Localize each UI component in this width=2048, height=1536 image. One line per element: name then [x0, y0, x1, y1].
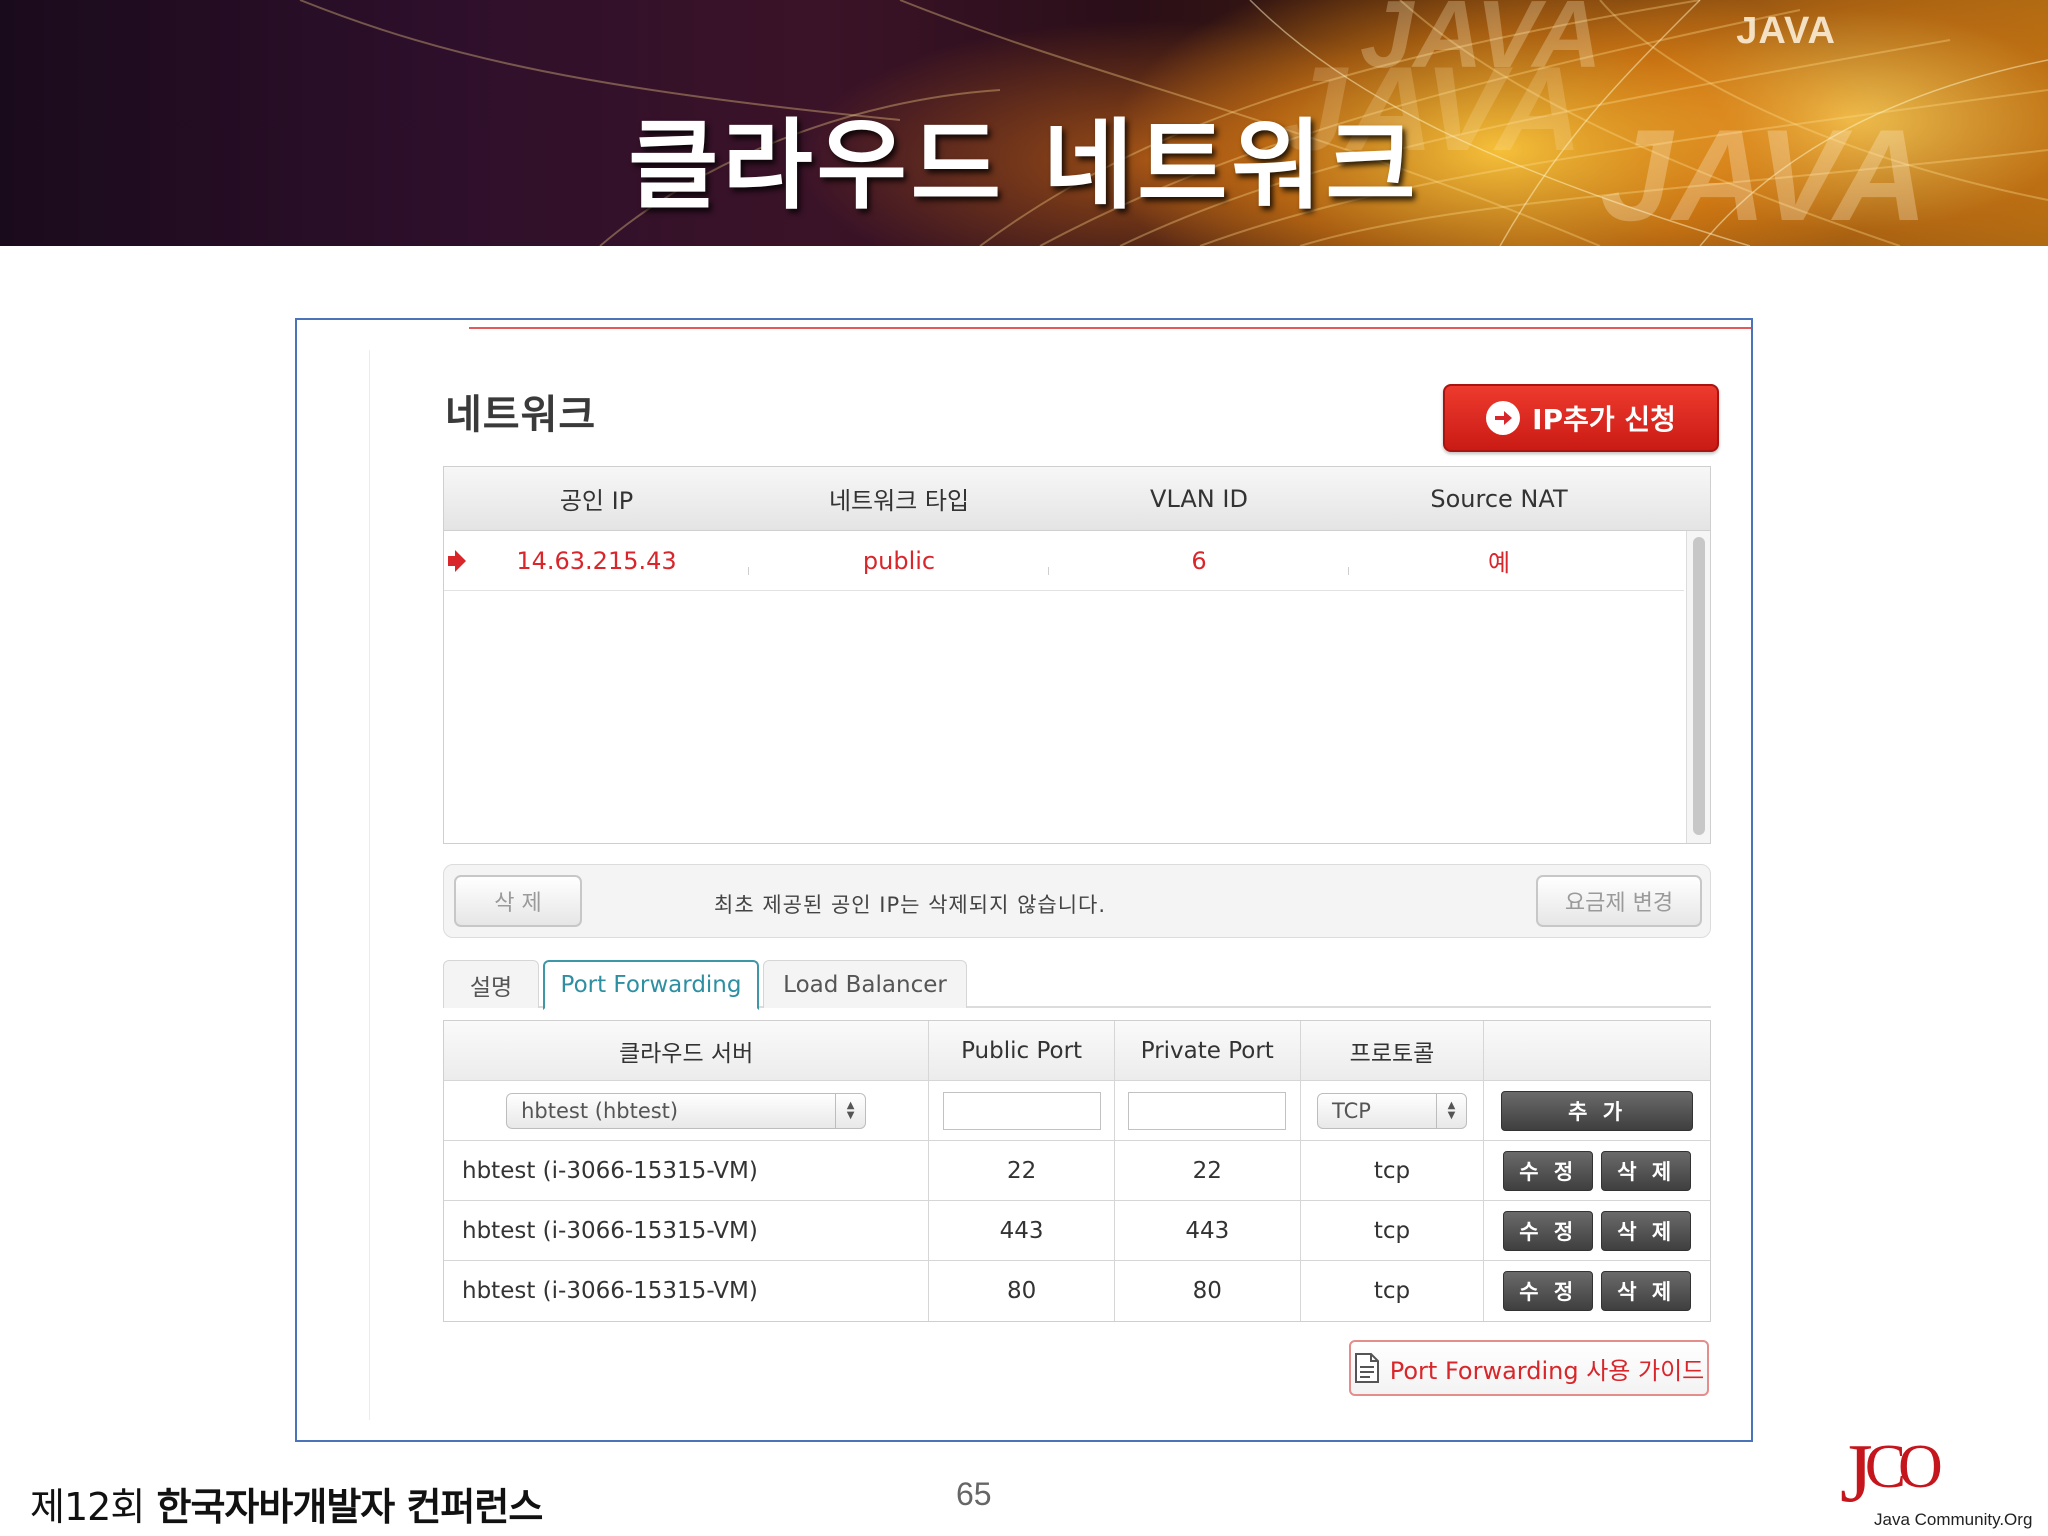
protocol-select-value: TCP — [1331, 1098, 1371, 1123]
frame-side-divider — [369, 350, 370, 1420]
footer-edition: 제12회 — [30, 1485, 145, 1529]
port-forwarding-guide-button[interactable]: Port Forwarding 사용 가이드 — [1349, 1340, 1709, 1396]
network-grid: 공인 IP 네트워크 타입 VLAN ID Source NAT 14.63.2… — [443, 466, 1711, 844]
cell-private-port-input — [1115, 1081, 1301, 1140]
cell-public-port: 443 — [929, 1201, 1115, 1260]
edit-rule-button[interactable]: 수 정 — [1503, 1210, 1594, 1251]
table-row: hbtest (i-3066-15315-VM) 80 80 tcp 수 정 삭… — [444, 1261, 1710, 1321]
tab-load-balancer[interactable]: Load Balancer — [763, 960, 967, 1008]
cell-server: hbtest (i-3066-15315-VM) — [444, 1261, 930, 1321]
network-row[interactable]: 14.63.215.43 public 6 예 — [444, 531, 1684, 591]
column-header-source-nat[interactable]: Source NAT — [1349, 485, 1649, 513]
cell-protocol-select: TCP ▲ ▼ — [1301, 1081, 1485, 1140]
screenshot-frame: 네트워크 IP추가 신청 공인 IP 네트워크 타입 VLAN ID Sourc… — [295, 318, 1753, 1442]
network-action-bar: 삭 제 최초 제공된 공인 IP는 삭제되지 않습니다. 요금제 변경 — [443, 864, 1711, 938]
cell-add-button: 추 가 — [1484, 1081, 1710, 1140]
table-row: hbtest (i-3066-15315-VM) 22 22 tcp 수 정 삭… — [444, 1141, 1710, 1201]
scrollbar-thumb[interactable] — [1693, 537, 1705, 835]
network-title: 네트워크 — [445, 392, 597, 438]
server-select[interactable]: hbtest (hbtest) ▲ ▼ — [506, 1092, 867, 1129]
cell-vlan-id: 6 — [1049, 547, 1349, 575]
page-number: 65 — [956, 1476, 992, 1512]
network-grid-header: 공인 IP 네트워크 타입 VLAN ID Source NAT — [444, 467, 1710, 531]
cell-server: hbtest (i-3066-15315-VM) — [444, 1141, 930, 1200]
cell-protocol: tcp — [1301, 1141, 1485, 1200]
tab-description[interactable]: 설명 — [443, 960, 539, 1008]
tab-port-forwarding[interactable]: Port Forwarding — [543, 960, 759, 1010]
cell-server: hbtest (i-3066-15315-VM) — [444, 1201, 930, 1260]
edit-rule-button[interactable]: 수 정 — [1503, 1150, 1594, 1191]
column-header-public-ip[interactable]: 공인 IP — [444, 481, 749, 516]
footer-event: 한국자바개발자 컨퍼런스 — [156, 1485, 544, 1529]
select-spinner-icon: ▲ ▼ — [835, 1093, 865, 1128]
cell-protocol: tcp — [1301, 1261, 1485, 1321]
cell-public-port-input — [929, 1081, 1115, 1140]
public-port-input[interactable] — [942, 1091, 1101, 1130]
column-header-public-port: Public Port — [929, 1021, 1115, 1080]
banner-java-logo-text: JAVA — [1736, 10, 1836, 52]
column-header-private-port: Private Port — [1115, 1021, 1301, 1080]
add-rule-button[interactable]: 추 가 — [1501, 1090, 1694, 1131]
add-ip-button-label: IP추가 신청 — [1532, 403, 1676, 436]
port-forwarding-grid: 클라우드 서버 Public Port Private Port 프로토콜 hb… — [443, 1020, 1711, 1322]
select-spinner-icon: ▲ ▼ — [1435, 1093, 1466, 1128]
slide-title: 클라우드 네트워크 — [628, 109, 1420, 223]
cell-protocol: tcp — [1301, 1201, 1485, 1260]
column-header-network-type[interactable]: 네트워크 타입 — [749, 481, 1049, 516]
port-forwarding-header: 클라우드 서버 Public Port Private Port 프로토콜 — [444, 1021, 1710, 1081]
cell-network-type: public — [749, 547, 1049, 575]
jco-logo: JCO Java Community.Org — [1836, 1432, 2048, 1536]
server-select-value: hbtest (hbtest) — [521, 1098, 679, 1123]
delete-rule-button[interactable]: 삭 제 — [1601, 1150, 1692, 1191]
cell-source-nat: 예 — [1487, 549, 1511, 577]
network-grid-scrollbar[interactable] — [1686, 531, 1710, 843]
slide-banner: JAVA JAVA JAVA JAVA 클라우드 네트워크 — [0, 0, 2048, 246]
change-plan-button[interactable]: 요금제 변경 — [1536, 875, 1702, 927]
column-header-actions — [1484, 1021, 1710, 1080]
cell-private-port: 22 — [1115, 1141, 1301, 1200]
column-header-protocol: 프로토콜 — [1301, 1021, 1485, 1080]
document-icon — [1354, 1353, 1379, 1383]
cell-public-port: 80 — [929, 1261, 1115, 1321]
column-header-vlan-id[interactable]: VLAN ID — [1049, 485, 1349, 513]
delete-rule-button[interactable]: 삭 제 — [1601, 1210, 1692, 1251]
cell-row-actions: 수 정 삭 제 — [1484, 1261, 1710, 1321]
cell-server-select: hbtest (hbtest) ▲ ▼ — [444, 1081, 930, 1140]
cell-private-port: 80 — [1115, 1261, 1301, 1321]
network-panel: 네트워크 IP추가 신청 공인 IP 네트워크 타입 VLAN ID Sourc… — [443, 320, 1719, 1440]
protocol-select[interactable]: TCP ▲ ▼ — [1316, 1092, 1467, 1129]
private-port-input[interactable] — [1128, 1091, 1287, 1130]
footer-event-name: 제12회 한국자바개발자 컨퍼런스 — [30, 1476, 544, 1531]
delete-ip-button[interactable]: 삭 제 — [454, 875, 582, 927]
table-row: hbtest (i-3066-15315-VM) 443 443 tcp 수 정… — [444, 1201, 1710, 1261]
port-forwarding-new-row: hbtest (hbtest) ▲ ▼ TCP ▲ ▼ 추 가 — [444, 1081, 1710, 1141]
edit-rule-button[interactable]: 수 정 — [1503, 1271, 1594, 1311]
delete-notice: 최초 제공된 공인 IP는 삭제되지 않습니다. — [714, 893, 1107, 917]
tab-bar: 설명 Port Forwarding Load Balancer — [443, 960, 1711, 1010]
column-header-cloud-server: 클라우드 서버 — [444, 1021, 930, 1080]
cell-private-port: 443 — [1115, 1201, 1301, 1260]
cell-row-actions: 수 정 삭 제 — [1484, 1141, 1710, 1200]
jco-logo-caption: Java Community.Org — [1874, 1510, 2033, 1529]
guide-button-label: Port Forwarding 사용 가이드 — [1389, 1356, 1705, 1385]
add-ip-button[interactable]: IP추가 신청 — [1443, 384, 1719, 452]
cell-public-ip: 14.63.215.43 — [444, 547, 749, 575]
cell-row-actions: 수 정 삭 제 — [1484, 1201, 1710, 1260]
arrow-right-circle-icon — [1486, 401, 1521, 435]
cell-public-port: 22 — [929, 1141, 1115, 1200]
delete-rule-button[interactable]: 삭 제 — [1601, 1271, 1692, 1311]
